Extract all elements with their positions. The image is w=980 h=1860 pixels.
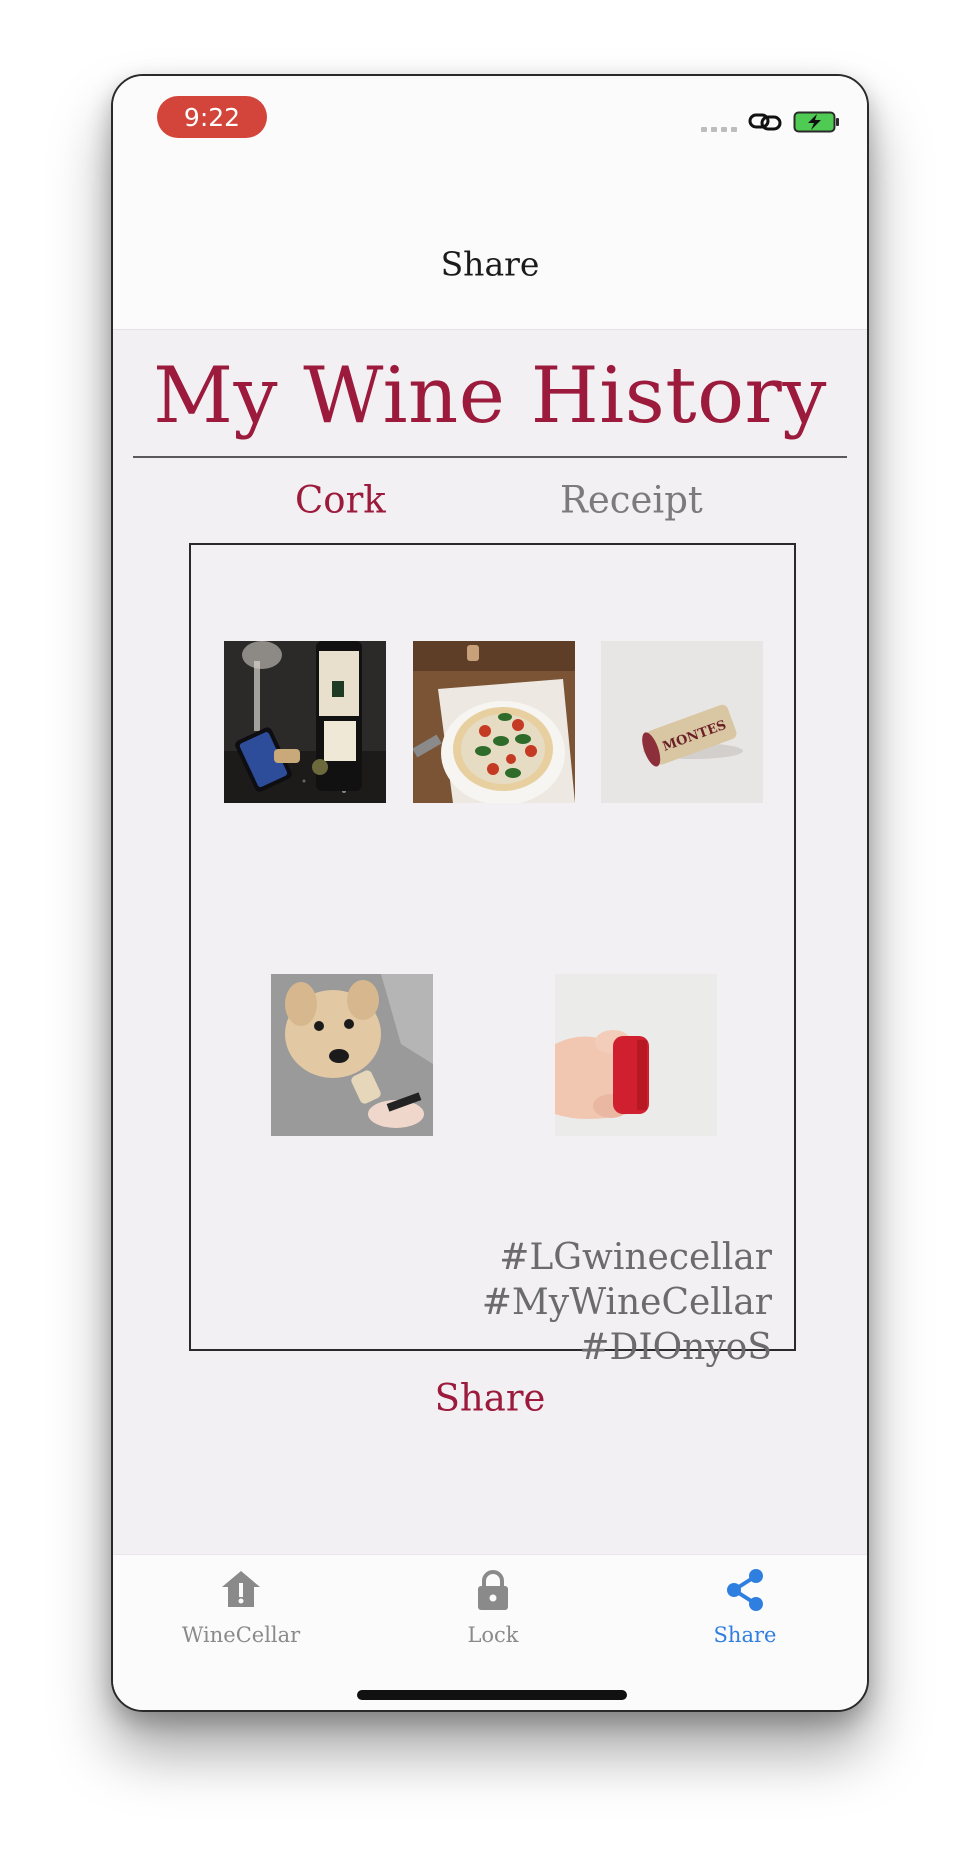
- tab-lock[interactable]: Lock: [413, 1567, 573, 1647]
- signal-icon: [701, 126, 737, 132]
- page-title: My Wine History: [153, 351, 827, 441]
- tab-bar: WineCellar Lock Share: [113, 1554, 867, 1710]
- share-preview-frame: MONTES #LGwinecellar #MyWineCellar #DIOn…: [189, 543, 796, 1368]
- status-time: 9:22: [157, 96, 267, 138]
- battery-icon: [793, 111, 839, 133]
- phone-frame: 9:22 Share My Wine History Cork Receipt: [111, 74, 869, 1712]
- title-divider: [133, 456, 847, 458]
- share-icon: [727, 1569, 763, 1611]
- pizza-photo[interactable]: [413, 641, 575, 803]
- red-cork-in-hand-photo[interactable]: [555, 974, 717, 1136]
- tab-winecellar-label: WineCellar: [181, 1623, 301, 1647]
- hashtags-line-1: #LGwinecellar #MyWineCellar: [481, 1237, 772, 1323]
- hashtags-line-2: #DIOnyoS: [579, 1327, 772, 1368]
- navigation-bar: Share: [113, 176, 867, 330]
- tab-winecellar[interactable]: WineCellar: [161, 1567, 321, 1647]
- link-icon: [748, 113, 782, 131]
- cork-montes-photo[interactable]: MONTES: [601, 641, 763, 803]
- segment-receipt[interactable]: Receipt: [560, 479, 703, 522]
- segment-cork[interactable]: Cork: [295, 479, 386, 522]
- share-button[interactable]: Share: [113, 1377, 867, 1420]
- status-icons: [701, 110, 841, 134]
- nav-title: Share: [440, 244, 540, 284]
- lock-icon: [478, 1570, 508, 1610]
- tab-lock-label: Lock: [467, 1623, 519, 1647]
- status-bar: 9:22: [113, 76, 867, 176]
- wine-bottle-photo[interactable]: [224, 641, 386, 803]
- hashtags: #LGwinecellar #MyWineCellar #DIOnyoS: [232, 1235, 772, 1370]
- tab-share[interactable]: Share: [665, 1567, 825, 1647]
- dog-with-cork-photo[interactable]: [271, 974, 433, 1136]
- cellar-icon: [222, 1571, 260, 1607]
- tab-share-label: Share: [713, 1623, 777, 1647]
- home-indicator: [357, 1690, 627, 1700]
